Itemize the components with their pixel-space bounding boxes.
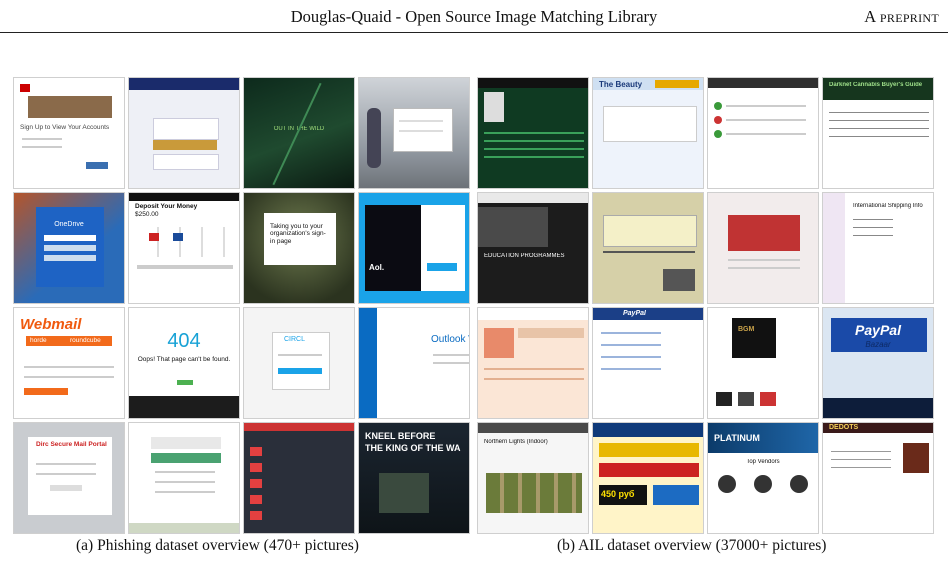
thumbnail: Darknet Cannabis Buyer's Guide — [822, 77, 934, 189]
thumbnail-text: Taking you to your organization's sign-i… — [270, 223, 326, 245]
thumbnail-text: PayPal — [855, 322, 901, 338]
header-rule — [0, 32, 948, 33]
thumbnail: EDUCATION PROGRAMMES — [477, 192, 589, 304]
phishing-dataset-grid: Sign Up to View Your Accounts OUT IN THE… — [13, 77, 470, 534]
thumbnail-text: Top Vendors — [746, 459, 780, 465]
thumbnail-text: EDUCATION PROGRAMMES — [484, 253, 565, 259]
thumbnail: PLATINUM Top Vendors — [707, 422, 819, 534]
thumbnail-text: Northern Lights (Indoor) — [484, 439, 548, 445]
thumbnail-text: Dirc Secure Mail Portal — [36, 441, 107, 448]
thumbnail-text: BGM — [738, 326, 755, 333]
thumbnail — [592, 192, 704, 304]
thumbnail: BGM — [707, 307, 819, 419]
thumbnail: Aol. — [358, 192, 470, 304]
thumbnail — [358, 77, 470, 189]
thumbnail-text: PayPal — [623, 310, 646, 317]
thumbnail: Sign Up to View Your Accounts — [13, 77, 125, 189]
preprint-label: A preprint — [864, 7, 939, 26]
thumbnail: 404 Oops! That page can't be found. — [128, 307, 240, 419]
thumbnail: Outlook W — [358, 307, 470, 419]
thumbnail: CIRCL — [243, 307, 355, 419]
thumbnail-text: International Shipping Info — [853, 203, 923, 209]
thumbnail: Taking you to your organization's sign-i… — [243, 192, 355, 304]
figure-caption-b: (b) AIL dataset overview (37000+ picture… — [557, 537, 827, 554]
thumbnail: OneDrive — [13, 192, 125, 304]
thumbnail: DEDOTS — [822, 422, 934, 534]
thumbnail-text: THE KING OF THE WA — [365, 443, 461, 453]
thumbnail: Northern Lights (Indoor) — [477, 422, 589, 534]
ail-dataset-grid: The Beauty Darknet Cannabis Buyer's Guid… — [477, 77, 934, 534]
thumbnail — [707, 77, 819, 189]
thumbnail — [243, 422, 355, 534]
thumbnail: Webmail horde roundcube — [13, 307, 125, 419]
thumbnail: KNEEL BEFORE THE KING OF THE WA — [358, 422, 470, 534]
thumbnail: International Shipping Info — [822, 192, 934, 304]
thumbnail: OUT IN THE WILD — [243, 77, 355, 189]
thumbnail — [477, 77, 589, 189]
thumbnail: PayPal Bazaar — [822, 307, 934, 419]
thumbnail-text: Bazaar — [865, 340, 891, 349]
figure-caption-a: (a) Phishing dataset overview (470+ pict… — [76, 537, 359, 554]
thumbnail-text: PLATINUM — [714, 433, 760, 443]
thumbnail-text: 404 — [167, 330, 201, 352]
page-header: Douglas-Quaid - Open Source Image Matchi… — [0, 0, 948, 30]
thumbnail-text: OneDrive — [54, 221, 84, 228]
thumbnail-text: $250.00 — [135, 211, 159, 218]
thumbnail: 450 руб — [592, 422, 704, 534]
thumbnail-text: Outlook W — [431, 334, 469, 345]
thumbnail: PayPal — [592, 307, 704, 419]
thumbnail: The Beauty — [592, 77, 704, 189]
thumbnail-text: Sign Up to View Your Accounts — [20, 124, 110, 131]
thumbnail-text: Oops! That page can't be found. — [137, 356, 231, 363]
running-title: Douglas-Quaid - Open Source Image Matchi… — [290, 7, 658, 26]
thumbnail — [707, 192, 819, 304]
thumbnail-text: CIRCL — [284, 336, 306, 343]
thumbnail-text: DEDOTS — [829, 424, 859, 431]
thumbnail-text: KNEEL BEFORE — [365, 431, 436, 441]
thumbnail — [128, 422, 240, 534]
thumbnail-text: roundcube — [70, 337, 101, 344]
thumbnail-text: Deposit Your Money — [135, 203, 198, 210]
thumbnail: Dirc Secure Mail Portal — [13, 422, 125, 534]
thumbnail — [477, 307, 589, 419]
thumbnail-text: Darknet Cannabis Buyer's Guide — [829, 82, 923, 88]
thumbnail: Deposit Your Money $250.00 — [128, 192, 240, 304]
thumbnail-text: Webmail — [20, 316, 82, 333]
thumbnail — [128, 77, 240, 189]
